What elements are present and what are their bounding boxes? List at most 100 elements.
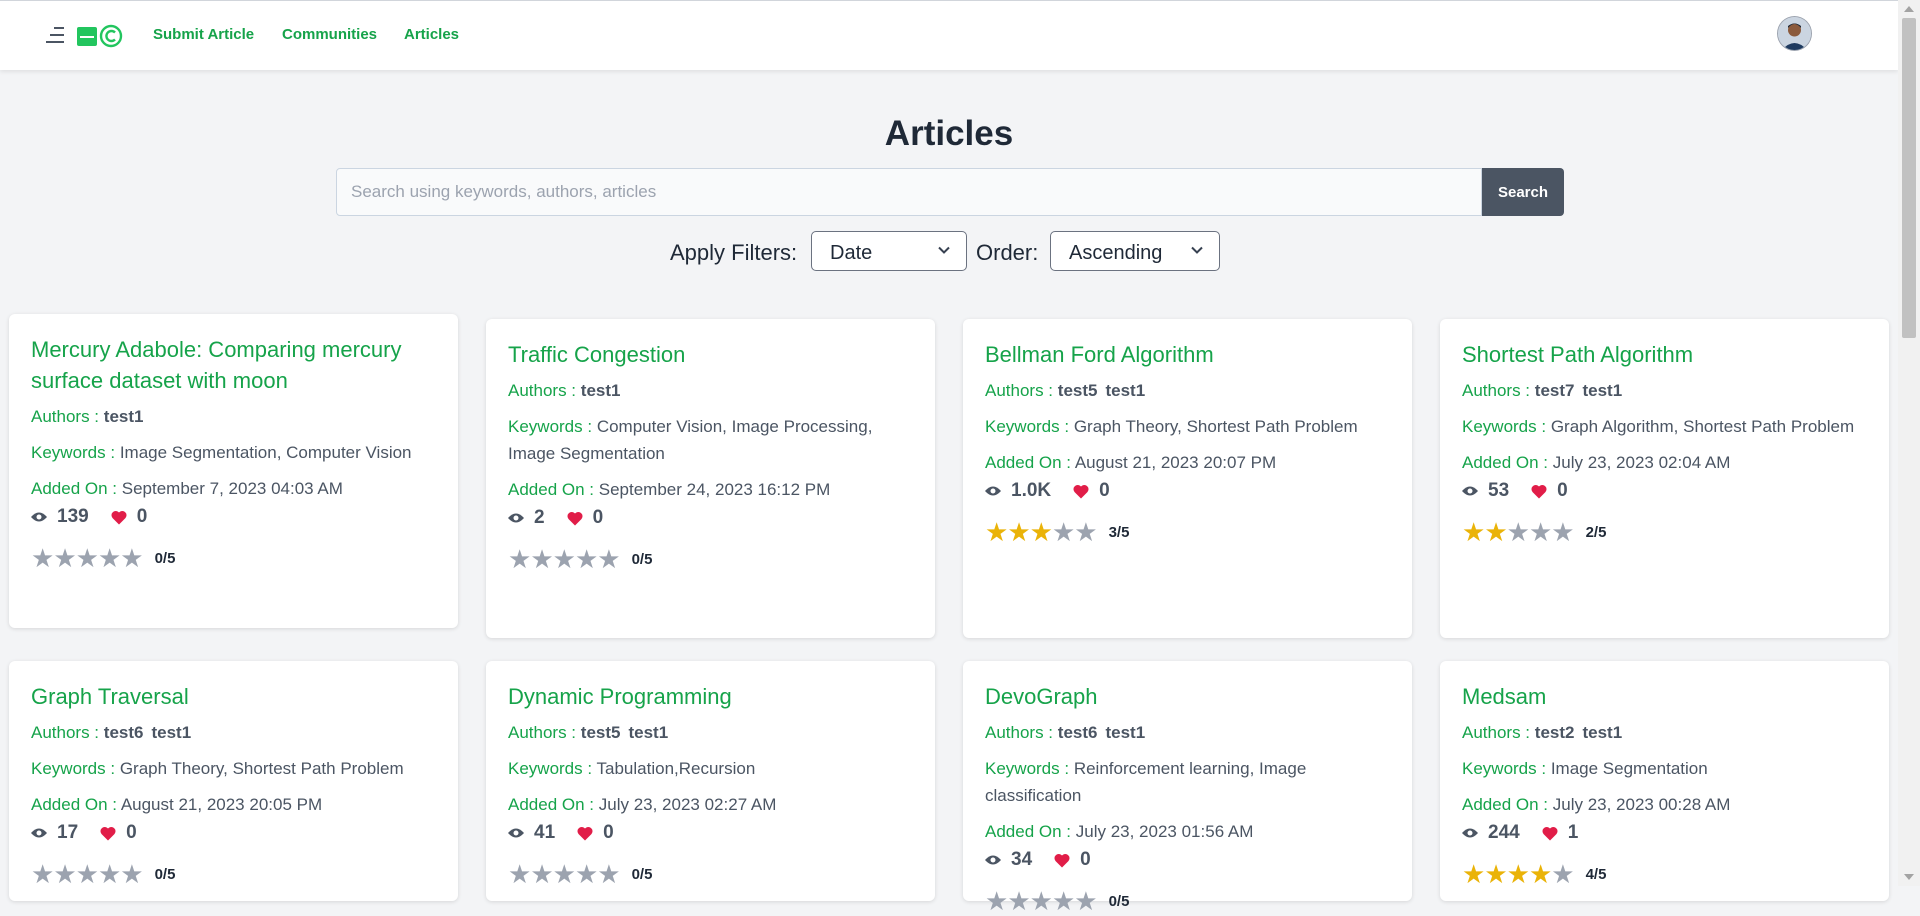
star-icon[interactable]: ★ [1052,886,1075,916]
author-name[interactable]: test1 [151,723,191,742]
article-title[interactable]: Graph Traversal [31,681,436,712]
article-title[interactable]: Dynamic Programming [508,681,913,712]
author-name[interactable]: test2 [1535,723,1575,742]
author-name[interactable]: test6 [1058,723,1098,742]
star-icon[interactable]: ★ [1030,517,1053,547]
author-name[interactable]: test1 [1105,723,1145,742]
star-icon[interactable]: ★ [76,543,99,573]
star-icon[interactable]: ★ [1551,859,1574,889]
rating-stars[interactable]: ★★★★★ [1462,517,1575,547]
star-icon[interactable]: ★ [1529,859,1552,889]
article-title[interactable]: DevoGraph [985,681,1390,712]
star-icon[interactable]: ★ [575,859,598,889]
star-icon[interactable]: ★ [1462,517,1485,547]
star-icon[interactable]: ★ [76,859,99,889]
rating-stars[interactable]: ★★★★★ [31,543,144,573]
article-title[interactable]: Shortest Path Algorithm [1462,339,1867,370]
star-icon[interactable]: ★ [31,543,54,573]
star-icon[interactable]: ★ [530,544,553,574]
star-icon[interactable]: ★ [1507,517,1530,547]
star-icon[interactable]: ★ [985,886,1008,916]
author-name[interactable]: test1 [1105,381,1145,400]
star-icon[interactable]: ★ [508,544,531,574]
rating-stars[interactable]: ★★★★★ [508,544,621,574]
star-icon[interactable]: ★ [530,859,553,889]
star-icon[interactable]: ★ [1007,517,1030,547]
star-icon[interactable]: ★ [597,544,620,574]
search-input[interactable] [336,168,1482,216]
nav-communities[interactable]: Communities [282,26,377,43]
scroll-up-icon[interactable] [1904,6,1914,12]
rating-stars[interactable]: ★★★★★ [985,886,1098,916]
star-icon[interactable]: ★ [1484,517,1507,547]
filter-select[interactable]: Date [811,231,967,271]
star-icon[interactable]: ★ [553,859,576,889]
star-icon[interactable]: ★ [53,543,76,573]
star-icon[interactable]: ★ [120,859,143,889]
star-rating[interactable]: ★★★★★ 0/5 [31,545,436,571]
star-icon[interactable]: ★ [508,859,531,889]
author-name[interactable]: test1 [581,381,621,400]
star-icon[interactable]: ★ [1484,859,1507,889]
star-icon[interactable]: ★ [1462,859,1485,889]
rating-stars[interactable]: ★★★★★ [31,859,144,889]
logo-icon[interactable] [77,24,123,48]
rating-stars[interactable]: ★★★★★ [1462,859,1575,889]
avatar[interactable] [1778,17,1811,50]
author-name[interactable]: test1 [1582,723,1622,742]
author-name[interactable]: test1 [628,723,668,742]
star-icon[interactable]: ★ [1074,886,1097,916]
star-icon[interactable]: ★ [1007,886,1030,916]
article-card[interactable]: Shortest Path Algorithm Authors : test7 t… [1440,319,1889,638]
heart-icon[interactable] [1054,853,1070,868]
star-icon[interactable]: ★ [1507,859,1530,889]
article-title[interactable]: Mercury Adabole: Comparing mercury surfa… [31,334,436,396]
article-title[interactable]: Medsam [1462,681,1867,712]
star-rating[interactable]: ★★★★★ 0/5 [985,888,1390,914]
heart-icon[interactable] [1542,826,1558,841]
rating-stars[interactable]: ★★★★★ [985,517,1098,547]
article-card[interactable]: Dynamic Programming Authors : test5 test1… [486,661,935,901]
star-icon[interactable]: ★ [1529,517,1552,547]
star-rating[interactable]: ★★★★★ 0/5 [508,546,913,572]
star-icon[interactable]: ★ [98,859,121,889]
nav-submit-article[interactable]: Submit Article [153,26,254,43]
star-icon[interactable]: ★ [985,517,1008,547]
star-icon[interactable]: ★ [597,859,620,889]
star-icon[interactable]: ★ [1052,517,1075,547]
author-name[interactable]: test5 [1058,381,1098,400]
star-rating[interactable]: ★★★★★ 4/5 [1462,861,1867,887]
star-icon[interactable]: ★ [1030,886,1053,916]
star-icon[interactable]: ★ [1074,517,1097,547]
star-rating[interactable]: ★★★★★ 0/5 [31,861,436,887]
author-name[interactable]: test1 [104,407,144,426]
rating-stars[interactable]: ★★★★★ [508,859,621,889]
scroll-down-icon[interactable] [1904,874,1914,880]
heart-icon[interactable] [111,510,127,525]
heart-icon[interactable] [1073,484,1089,499]
article-card[interactable]: Bellman Ford Algorithm Authors : test5 te… [963,319,1412,638]
nav-articles[interactable]: Articles [404,26,459,43]
star-icon[interactable]: ★ [98,543,121,573]
article-title[interactable]: Traffic Congestion [508,339,913,370]
article-card[interactable]: Traffic Congestion Authors : test1 Keywo… [486,319,935,638]
menu-icon[interactable] [46,27,64,45]
star-rating[interactable]: ★★★★★ 2/5 [1462,519,1867,545]
heart-icon[interactable] [100,826,116,841]
article-card[interactable]: Medsam Authors : test2 test1 Keywords : I… [1440,661,1889,901]
order-select[interactable]: Ascending [1050,231,1220,271]
heart-icon[interactable] [1531,484,1547,499]
author-name[interactable]: test6 [104,723,144,742]
star-rating[interactable]: ★★★★★ 3/5 [985,519,1390,545]
author-name[interactable]: test1 [1582,381,1622,400]
heart-icon[interactable] [577,826,593,841]
author-name[interactable]: test5 [581,723,621,742]
article-card[interactable]: DevoGraph Authors : test6 test1 Keywords … [963,661,1412,914]
star-icon[interactable]: ★ [31,859,54,889]
star-icon[interactable]: ★ [120,543,143,573]
article-title[interactable]: Bellman Ford Algorithm [985,339,1390,370]
page-scrollbar[interactable] [1898,0,1920,886]
article-card[interactable]: Graph Traversal Authors : test6 test1 Key… [9,661,458,901]
star-rating[interactable]: ★★★★★ 0/5 [508,861,913,887]
star-icon[interactable]: ★ [553,544,576,574]
